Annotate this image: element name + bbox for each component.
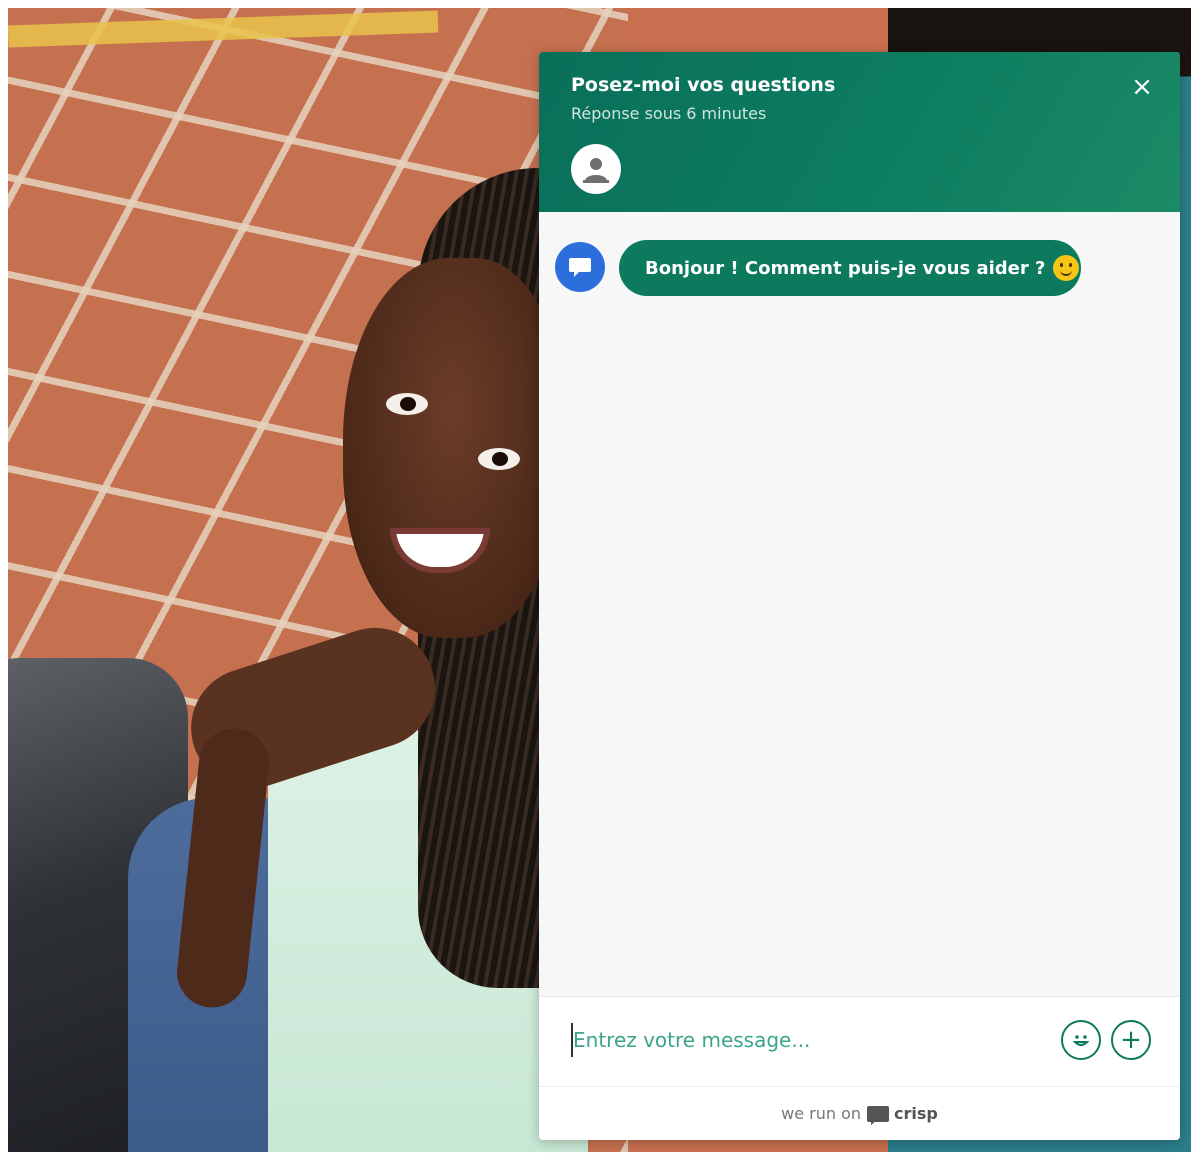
face <box>343 258 563 638</box>
close-button[interactable]: × <box>1129 74 1155 100</box>
message-bubble: Bonjour ! Comment puis-je vous aider ? <box>619 240 1081 296</box>
bot-avatar <box>555 242 605 292</box>
chat-header: Posez-moi vos questions Réponse sous 6 m… <box>539 52 1180 212</box>
chat-widget: Posez-moi vos questions Réponse sous 6 m… <box>539 52 1180 1140</box>
crisp-brand: crisp <box>867 1104 938 1125</box>
attach-button[interactable]: + <box>1111 1020 1151 1060</box>
chat-subtitle: Réponse sous 6 minutes <box>571 104 767 123</box>
emoji-button-icon <box>1072 1035 1090 1046</box>
eye <box>386 393 428 415</box>
agent-avatar <box>571 144 621 194</box>
plus-icon: + <box>1120 1025 1142 1055</box>
footer-prefix: we run on <box>781 1104 862 1123</box>
crisp-brand-text: crisp <box>894 1104 938 1123</box>
crisp-logo-icon <box>867 1105 890 1125</box>
powered-by-footer[interactable]: we run on crisp <box>539 1086 1180 1140</box>
message-text: Bonjour ! Comment puis-je vous aider ? <box>645 257 1046 279</box>
message-list: Bonjour ! Comment puis-je vous aider ? <box>539 212 1180 996</box>
chat-bubble-icon <box>569 258 591 277</box>
emoji-button[interactable] <box>1061 1020 1101 1060</box>
smile-emoji-icon <box>1053 255 1080 281</box>
user-avatar-icon <box>583 158 609 183</box>
message-composer: + <box>539 996 1180 1086</box>
message-input[interactable] <box>571 1023 1051 1057</box>
eye <box>478 448 520 470</box>
close-icon: × <box>1131 72 1153 102</box>
chat-title: Posez-moi vos questions <box>571 74 836 96</box>
